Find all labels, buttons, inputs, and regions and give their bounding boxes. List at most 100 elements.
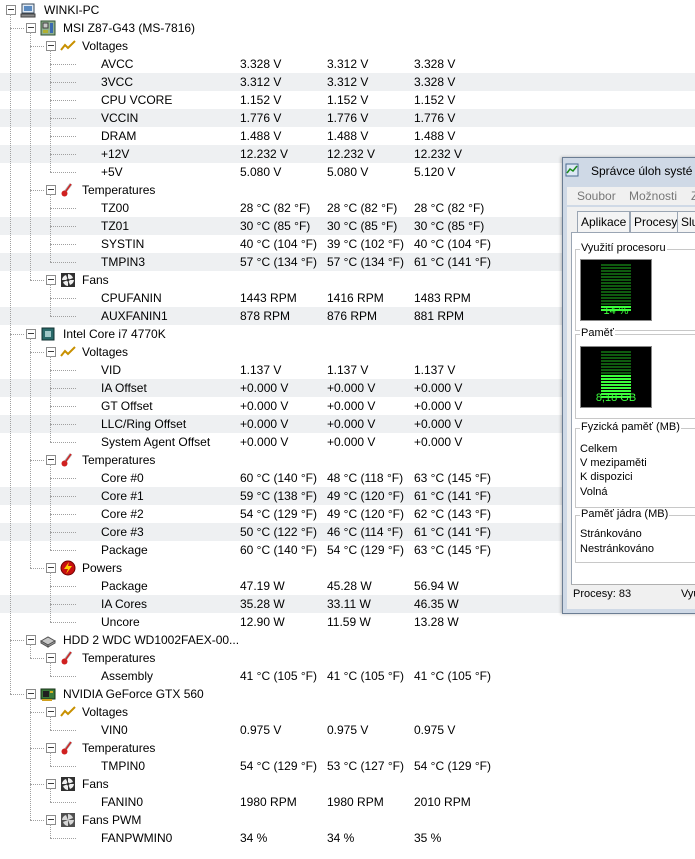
hardware-node[interactable]: HDD 2 WDC WD1002FAEX-00... bbox=[0, 631, 695, 649]
tab-sluzby[interactable]: Slu bbox=[677, 211, 695, 232]
gpu-icon bbox=[40, 686, 56, 702]
sensor-group-node[interactable]: Temperatures bbox=[0, 739, 695, 757]
value-min: 57 °C (134 °F) bbox=[327, 255, 404, 269]
hardware-node[interactable]: NVIDIA GeForce GTX 560 bbox=[0, 685, 695, 703]
meter-segment bbox=[601, 279, 631, 281]
sensor-row[interactable]: AVCC 3.328 V 3.312 V 3.328 V bbox=[0, 55, 695, 73]
collapse-toggle[interactable] bbox=[46, 653, 56, 663]
node-label: TZ01 bbox=[101, 219, 130, 233]
node-label: Core #2 bbox=[101, 507, 144, 521]
sensor-row[interactable]: DRAM 1.488 V 1.488 V 1.488 V bbox=[0, 127, 695, 145]
collapse-toggle[interactable] bbox=[26, 329, 36, 339]
node-label: LLC/Ring Offset bbox=[101, 417, 187, 431]
value-min: 48 °C (118 °F) bbox=[327, 471, 404, 485]
meter-segment bbox=[601, 372, 631, 374]
sensor-row[interactable]: TMPIN0 54 °C (129 °F) 53 °C (127 °F) 54 °C … bbox=[0, 757, 695, 775]
voltage-icon bbox=[60, 704, 76, 720]
collapse-toggle[interactable] bbox=[46, 743, 56, 753]
value-min: 1.488 V bbox=[327, 129, 369, 143]
sensor-row[interactable]: FANPWMIN0 34 % 34 % 35 % bbox=[0, 829, 695, 847]
value-max: 61 °C (141 °F) bbox=[414, 255, 491, 269]
sensor-row[interactable]: 3VCC 3.312 V 3.312 V 3.328 V bbox=[0, 73, 695, 91]
collapse-toggle[interactable] bbox=[46, 185, 56, 195]
tree-root-node[interactable]: WINKI-PC bbox=[0, 1, 695, 19]
meter-segment bbox=[601, 369, 631, 371]
meter-segment bbox=[601, 276, 631, 278]
kernel-nonpaged-label: Nestránkováno bbox=[580, 543, 654, 555]
value-min: 41 °C (105 °F) bbox=[327, 669, 404, 683]
collapse-toggle[interactable] bbox=[46, 347, 56, 357]
tab-procesy[interactable]: Procesy bbox=[630, 211, 682, 232]
menu-moznosti[interactable]: Možnosti bbox=[629, 189, 677, 203]
sensor-group-node[interactable]: Voltages bbox=[0, 703, 695, 721]
task-manager-window[interactable]: Správce úloh systé Soubor Možnosti Z Apl… bbox=[562, 157, 695, 614]
value-max: 61 °C (141 °F) bbox=[414, 525, 491, 539]
collapse-toggle[interactable] bbox=[46, 563, 56, 573]
thermometer-icon bbox=[60, 740, 76, 756]
value-min: 45.28 W bbox=[327, 579, 372, 593]
tree-connector bbox=[50, 572, 51, 622]
meter-segment bbox=[601, 387, 631, 389]
sensor-group-node[interactable]: Fans PWM bbox=[0, 811, 695, 829]
window-title: Správce úloh systé bbox=[591, 164, 693, 178]
node-label: IA Cores bbox=[101, 597, 148, 611]
tree-connector bbox=[50, 226, 76, 227]
value-current: 5.080 V bbox=[240, 165, 282, 179]
fan-pwm-icon bbox=[60, 812, 76, 828]
collapse-toggle[interactable] bbox=[26, 689, 36, 699]
collapse-toggle[interactable] bbox=[46, 707, 56, 717]
sensor-group-node[interactable]: Fans bbox=[0, 775, 695, 793]
phys-free-label: Volná bbox=[580, 486, 608, 498]
collapse-toggle[interactable] bbox=[6, 5, 16, 15]
tab-aplikace[interactable]: Aplikace bbox=[577, 211, 631, 232]
sensor-row[interactable]: FANIN0 1980 RPM 1980 RPM 2010 RPM bbox=[0, 793, 695, 811]
value-current: 1.488 V bbox=[240, 129, 282, 143]
collapse-toggle[interactable] bbox=[46, 455, 56, 465]
node-label: Voltages bbox=[82, 345, 129, 359]
sensor-row[interactable]: CPU VCORE 1.152 V 1.152 V 1.152 V bbox=[0, 91, 695, 109]
tree-connector bbox=[30, 338, 31, 568]
sensor-row[interactable]: Assembly 41 °C (105 °F) 41 °C (105 °F) 41 °… bbox=[0, 667, 695, 685]
menu-soubor[interactable]: Soubor bbox=[577, 189, 616, 203]
collapse-toggle[interactable] bbox=[46, 275, 56, 285]
node-label: HDD 2 WDC WD1002FAEX-00... bbox=[63, 633, 240, 647]
meter-segment bbox=[601, 264, 631, 266]
sensor-group-node[interactable]: Temperatures bbox=[0, 649, 695, 667]
tree-connector bbox=[50, 298, 76, 299]
collapse-toggle[interactable] bbox=[46, 779, 56, 789]
sensor-row[interactable]: Uncore 12.90 W 11.59 W 13.28 W bbox=[0, 613, 695, 631]
collapse-toggle[interactable] bbox=[46, 41, 56, 51]
node-label: Package bbox=[101, 579, 148, 593]
value-current: 1.152 V bbox=[240, 93, 282, 107]
task-manager-icon bbox=[565, 163, 579, 177]
collapse-toggle[interactable] bbox=[26, 635, 36, 645]
menu-z[interactable]: Z bbox=[691, 189, 695, 203]
meter-segment bbox=[601, 378, 631, 380]
voltage-icon bbox=[60, 344, 76, 360]
value-max: 1.488 V bbox=[414, 129, 456, 143]
value-min: 30 °C (85 °F) bbox=[327, 219, 398, 233]
collapse-toggle[interactable] bbox=[46, 815, 56, 825]
value-min: 0.975 V bbox=[327, 723, 369, 737]
memory-value: 8,18 GB bbox=[595, 392, 637, 404]
collapse-toggle[interactable] bbox=[26, 23, 36, 33]
sensor-row[interactable]: VCCIN 1.776 V 1.776 V 1.776 V bbox=[0, 109, 695, 127]
sensor-group-node[interactable]: Voltages bbox=[0, 37, 695, 55]
node-label: Voltages bbox=[82, 39, 129, 53]
value-current: 28 °C (82 °F) bbox=[240, 201, 311, 215]
memory-meter: 8,18 GB bbox=[580, 346, 652, 408]
cpu-usage-meter: 14 % bbox=[580, 259, 652, 321]
node-label: DRAM bbox=[101, 129, 137, 143]
hardware-node[interactable]: MSI Z87-G43 (MS-7816) bbox=[0, 19, 695, 37]
tree-connector bbox=[50, 532, 76, 533]
meter-segment bbox=[601, 375, 631, 377]
cpu-usage-label: Využití procesoru bbox=[580, 242, 667, 254]
value-max: 62 °C (143 °F) bbox=[414, 507, 491, 521]
value-current: 1443 RPM bbox=[240, 291, 297, 305]
sensor-row[interactable]: VIN0 0.975 V 0.975 V 0.975 V bbox=[0, 721, 695, 739]
value-max: +0.000 V bbox=[414, 381, 463, 395]
value-max: +0.000 V bbox=[414, 399, 463, 413]
meter-segment bbox=[601, 297, 631, 299]
node-label: TMPIN3 bbox=[101, 255, 146, 269]
thermometer-icon bbox=[60, 452, 76, 468]
